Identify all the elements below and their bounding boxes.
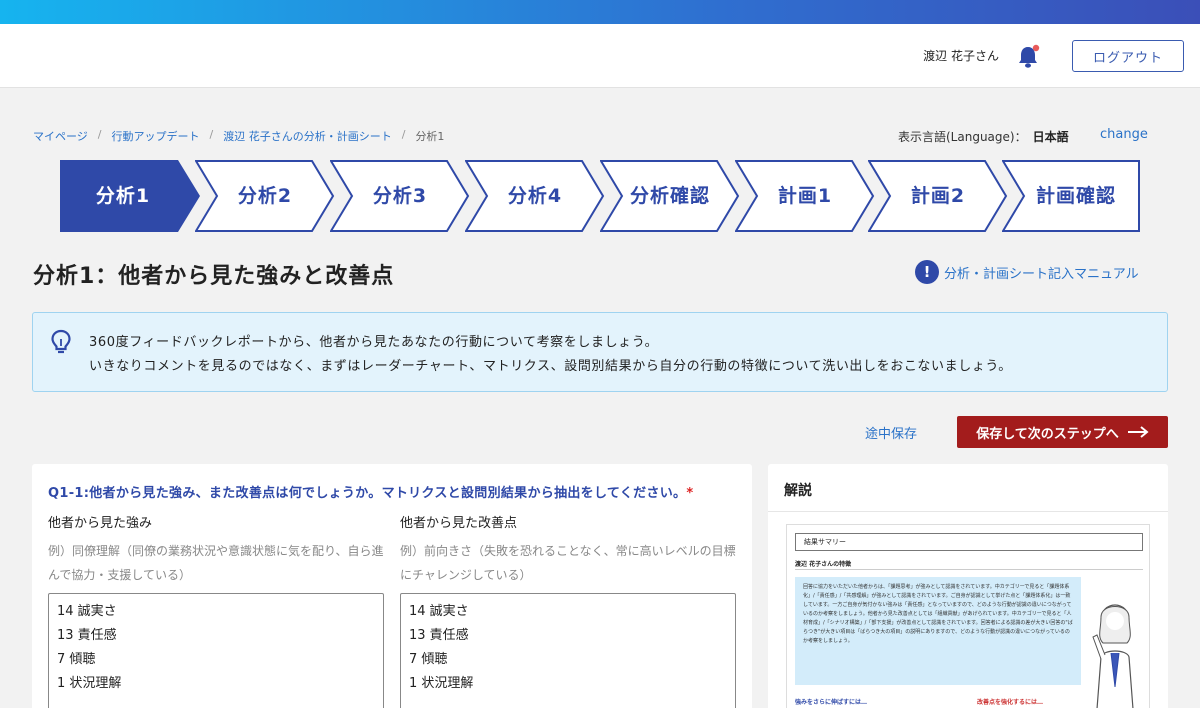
step-label: 計画1 <box>777 185 833 207</box>
hint-line-2: いきなりコメントを見るのではなく、まずはレーダーチャート、マトリクス、設問別結果… <box>89 359 1012 374</box>
explanation-thumbnail[interactable]: 結果サマリー 渡辺 花子さんの特徴 回答に協力をいただいた他者からは、「課題思考… <box>786 524 1150 708</box>
question-text: Q1-1:他者から見た強み、また改善点は何でしょうか。マトリクスと設問別結果から… <box>48 482 693 501</box>
language-value: 日本語 <box>1032 130 1069 144</box>
breadcrumb-separator: / <box>97 128 102 141</box>
person-illustration-icon <box>1092 604 1134 708</box>
step-analysis-1[interactable]: 分析1 <box>60 160 200 232</box>
improvements-label: 他者から見た改善点 <box>400 516 518 531</box>
save-draft-link[interactable]: 途中保存 <box>865 423 917 442</box>
logout-button[interactable]: ログアウト <box>1072 40 1184 72</box>
step-plan-confirm[interactable]: 計画確認 <box>1002 160 1140 232</box>
question-text-body: Q1-1:他者から見た強み、また改善点は何でしょうか。マトリクスと設問別結果から… <box>48 486 687 501</box>
step-label: 計画確認 <box>1035 185 1116 207</box>
step-label: 分析確認 <box>629 185 710 207</box>
arrow-right-icon <box>1127 426 1149 438</box>
required-mark: * <box>686 486 694 501</box>
exclamation-icon: ! <box>915 260 939 284</box>
top-gradient-bar <box>0 0 1200 24</box>
thumb-improvement-heading: 改善点を強化するには… <box>977 699 1044 706</box>
bell-icon[interactable] <box>1016 44 1040 70</box>
breadcrumb-current: 分析1 <box>415 130 445 143</box>
step-analysis-4[interactable]: 分析4 <box>465 160 605 232</box>
explanation-panel: 解説 結果サマリー 渡辺 花子さんの特徴 回答に協力をいただいた他者からは、「課… <box>768 464 1168 708</box>
improvements-textarea[interactable]: 14 誠実さ 13 責任感 7 傾聴 1 状況理解 <box>400 593 736 708</box>
breadcrumb-action-update[interactable]: 行動アップデート <box>112 128 200 144</box>
breadcrumb-mypage[interactable]: マイページ <box>33 128 88 144</box>
app-header: 渡辺 花子さん ログアウト <box>0 24 1200 88</box>
page-title: 分析1：他者から見た強みと改善点 <box>33 264 395 289</box>
step-label: 計画2 <box>910 185 966 207</box>
step-analysis-confirm[interactable]: 分析確認 <box>600 160 740 232</box>
save-next-label: 保存して次のステップへ <box>976 426 1119 442</box>
strengths-example: 例）同僚理解（同僚の業務状況や意識状態に気を配り、自ら進んで協力・支援している） <box>48 544 384 582</box>
language-change-link[interactable]: change <box>1100 127 1148 142</box>
explanation-title: 解説 <box>784 483 812 499</box>
strengths-label: 他者から見た強み <box>48 516 153 531</box>
strengths-textarea[interactable]: 14 誠実さ 13 責任感 7 傾聴 1 状況理解 <box>48 593 384 708</box>
breadcrumb-separator: / <box>401 128 406 141</box>
step-label: 分析1 <box>95 185 151 207</box>
breadcrumb-analysis-sheet[interactable]: 渡辺 花子さんの分析・計画シート <box>223 128 392 144</box>
thumb-summary-heading: 結果サマリー <box>795 533 1143 551</box>
strengths-column: 他者から見た強み 例）同僚理解（同僚の業務状況や意識状態に気を配り、自ら進んで協… <box>48 512 384 708</box>
step-progress: 分析1 分析2 分析3 分析4 分析確認 計画1 計画2 計画確認 <box>60 160 1140 232</box>
breadcrumb: マイページ / 行動アップデート / 渡辺 花子さんの分析・計画シート / 分析… <box>33 128 444 144</box>
thumb-subtitle: 渡辺 花子さんの特徴 <box>795 561 852 568</box>
divider <box>768 511 1168 512</box>
step-plan-2[interactable]: 計画2 <box>868 160 1008 232</box>
user-name: 渡辺 花子さん <box>923 49 999 63</box>
hint-line-1: 360度フィードバックレポートから、他者から見たあなたの行動について考察をしまし… <box>89 335 659 350</box>
thumb-summary-text: 回答に協力をいただいた他者からは、「課題思考」が強みとして認識をされています。中… <box>795 577 1081 685</box>
breadcrumb-separator: / <box>209 128 214 141</box>
divider <box>795 569 1143 570</box>
hint-box: 360度フィードバックレポートから、他者から見たあなたの行動について考察をしまし… <box>32 312 1168 392</box>
save-next-button[interactable]: 保存して次のステップへ <box>957 416 1168 448</box>
manual-link[interactable]: ! 分析・計画シート記入マニュアル <box>915 260 1139 284</box>
step-label: 分析4 <box>507 185 563 207</box>
step-label: 分析3 <box>372 185 428 207</box>
language-label: 表示言語(Language)： <box>898 130 1027 144</box>
manual-link-label: 分析・計画シート記入マニュアル <box>944 266 1139 282</box>
improvements-column: 他者から見た改善点 例）前向きさ（失敗を恐れることなく、常に高いレベルの目標にチ… <box>400 512 736 708</box>
thumb-strength-heading: 強みをさらに伸ばすには… <box>795 699 868 706</box>
step-analysis-2[interactable]: 分析2 <box>195 160 335 232</box>
step-analysis-3[interactable]: 分析3 <box>330 160 470 232</box>
question-card: Q1-1:他者から見た強み、また改善点は何でしょうか。マトリクスと設問別結果から… <box>32 464 752 708</box>
step-plan-1[interactable]: 計画1 <box>735 160 875 232</box>
improvements-example: 例）前向きさ（失敗を恐れることなく、常に高いレベルの目標にチャレンジしている） <box>400 544 736 582</box>
lightbulb-icon <box>51 329 71 354</box>
step-label: 分析2 <box>237 185 293 207</box>
language-display: 表示言語(Language)： 日本語 <box>898 128 1069 145</box>
